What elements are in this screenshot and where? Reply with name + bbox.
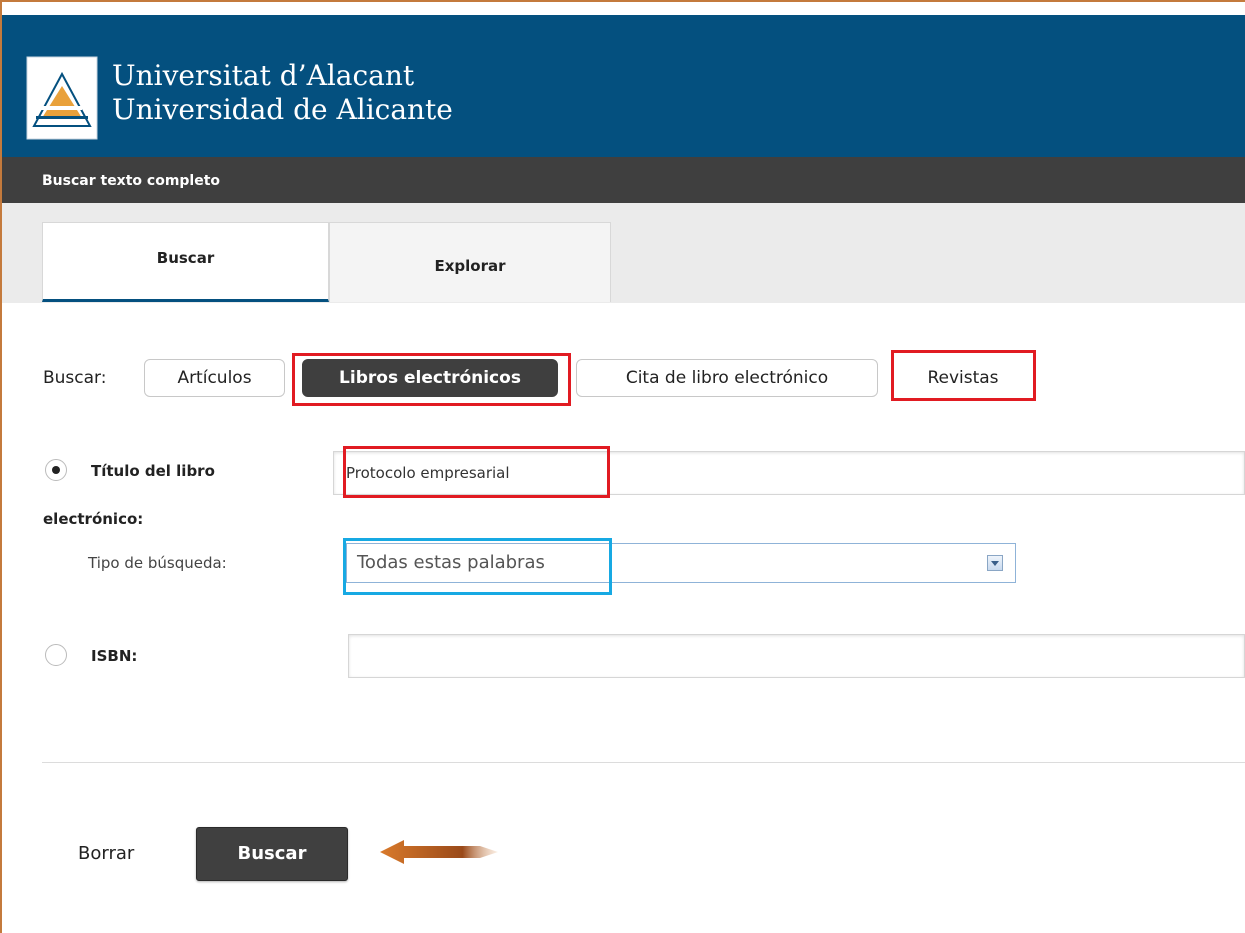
section-titlebar: Buscar texto completo: [2, 157, 1245, 203]
search-kind-select[interactable]: Todas estas palabras: [346, 543, 1016, 583]
title-radio[interactable]: [45, 459, 67, 481]
tab-buscar[interactable]: Buscar: [42, 222, 329, 302]
tab-explorar[interactable]: Explorar: [329, 222, 611, 302]
university-name: Universitat d’Alacant Universidad de Ali…: [112, 59, 453, 127]
isbn-input[interactable]: [348, 634, 1245, 678]
arrow-left-icon: [380, 840, 498, 864]
form-divider: [42, 762, 1245, 763]
search-type-cita-button[interactable]: Cita de libro electrónico: [576, 359, 878, 397]
search-type-label: Buscar:: [43, 368, 107, 388]
site-header: Universitat d’Alacant Universidad de Ali…: [2, 15, 1245, 157]
search-type-articulos-button[interactable]: Artículos: [144, 359, 285, 397]
chevron-down-icon[interactable]: [987, 555, 1003, 571]
isbn-radio[interactable]: [45, 644, 67, 666]
title-input[interactable]: Protocolo empresarial: [333, 451, 1245, 495]
search-type-libros-electronicos-button[interactable]: Libros electrónicos: [302, 359, 558, 397]
title-field-label-cont: electrónico:: [43, 510, 144, 528]
search-kind-value: Todas estas palabras: [357, 552, 545, 573]
university-logo-icon: [26, 56, 98, 140]
search-kind-label: Tipo de búsqueda:: [88, 554, 227, 572]
tab-bar: Buscar Explorar: [2, 203, 1245, 303]
title-field-label: Título del libro: [91, 462, 215, 480]
clear-button[interactable]: Borrar: [78, 843, 134, 864]
search-button[interactable]: Buscar: [196, 827, 348, 881]
university-name-valencian: Universitat d’Alacant: [112, 59, 415, 92]
search-type-revistas-button[interactable]: Revistas: [895, 359, 1031, 397]
university-name-spanish: Universidad de Alicante: [112, 93, 453, 126]
isbn-field-label: ISBN:: [91, 647, 138, 665]
section-title: Buscar texto completo: [42, 173, 221, 189]
